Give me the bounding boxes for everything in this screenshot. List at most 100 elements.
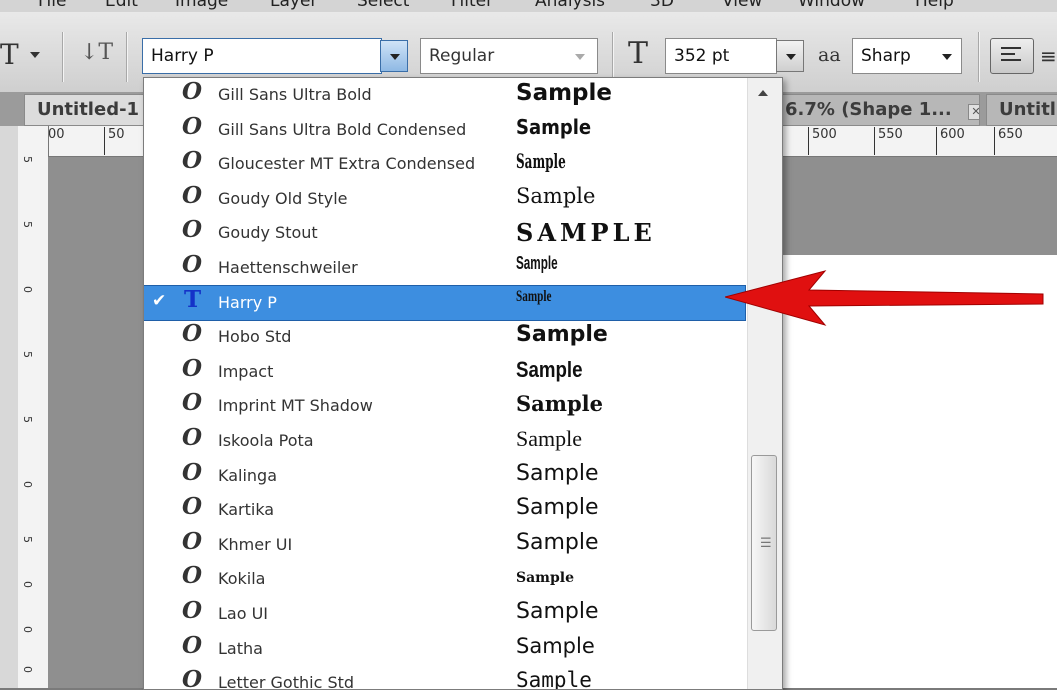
opentype-icon: O: [182, 147, 203, 174]
opentype-icon: O: [182, 597, 203, 624]
font-name: Kokila: [218, 569, 266, 588]
font-list-item[interactable]: O Iskoola Pota Sample: [144, 424, 745, 458]
menu-help[interactable]: Help: [915, 0, 954, 11]
menu-3d[interactable]: 3D: [650, 0, 674, 11]
font-list-item[interactable]: O Khmer UI Sample: [144, 528, 745, 562]
font-family-dropdown-button[interactable]: [380, 40, 408, 72]
opentype-icon: O: [182, 493, 203, 520]
opentype-icon: O: [182, 459, 203, 486]
menu-filter[interactable]: Filter: [451, 0, 493, 11]
doc-tab-label: 6.7% (Shape 1...: [785, 99, 952, 120]
menu-view[interactable]: View: [722, 0, 762, 11]
opentype-icon: O: [182, 562, 203, 589]
opentype-icon: O: [182, 78, 203, 105]
align-left-icon[interactable]: [990, 38, 1034, 74]
font-name: Latha: [218, 639, 263, 658]
font-name: Imprint MT Shadow: [218, 396, 373, 415]
separator: [612, 32, 614, 82]
scroll-up-arrow-icon[interactable]: [758, 90, 768, 96]
menu-bar: File Edit Image Layer Select Filter Anal…: [0, 0, 1057, 12]
doc-tab-label: Untitled-1: [37, 99, 140, 120]
font-list-item[interactable]: O Gill Sans Ultra Bold Sample: [144, 78, 745, 112]
font-list-item[interactable]: O Impact Sample: [144, 355, 745, 389]
font-sample-preview: Sample: [516, 426, 582, 451]
ruler-label: 0: [21, 666, 34, 673]
ruler-label: 600: [936, 127, 965, 155]
menu-image[interactable]: Image: [175, 0, 228, 11]
ruler-label: 00: [44, 127, 65, 155]
font-sample-preview: Sample: [516, 634, 595, 658]
ruler-label: 0: [21, 286, 34, 293]
menu-file[interactable]: File: [38, 0, 66, 11]
checkmark-icon: ✔: [152, 291, 167, 311]
ruler-label: 50: [104, 127, 125, 155]
menu-select[interactable]: Select: [357, 0, 409, 11]
align-center-icon[interactable]: ≡: [1040, 44, 1057, 68]
menu-analysis[interactable]: Analysis: [535, 0, 605, 11]
font-list-item[interactable]: O Latha Sample: [144, 632, 745, 666]
font-sample-preview: Sample: [516, 288, 552, 305]
font-list-item[interactable]: O Haettenschweiler Sample: [144, 251, 745, 285]
font-list-item[interactable]: O Goudy Stout SAMPLE: [144, 216, 745, 250]
doc-tab-untitled-1[interactable]: Untitled-1: [24, 94, 144, 126]
vertical-ruler: 5 5 0 5 5 0 5 0 0 0: [18, 126, 49, 688]
scrollbar[interactable]: ☰: [747, 78, 782, 689]
menu-window[interactable]: Window: [798, 0, 865, 11]
tool-preset-dropdown-icon[interactable]: [30, 52, 40, 58]
opentype-icon: O: [182, 320, 203, 347]
font-list-item[interactable]: O Lao UI Sample: [144, 597, 745, 631]
font-size-dropdown-button[interactable]: [776, 40, 804, 72]
antialias-chevron-icon[interactable]: [942, 54, 952, 60]
font-family-field[interactable]: Harry P: [142, 38, 382, 74]
ruler-label: 5: [21, 221, 34, 228]
font-style-field[interactable]: Regular: [420, 38, 598, 74]
doc-tab-label: Untitl: [999, 99, 1056, 120]
close-icon[interactable]: ✕: [968, 104, 979, 120]
opentype-icon: O: [182, 666, 203, 690]
font-sample-preview: Sample: [516, 80, 612, 106]
font-sample-preview: SAMPLE: [516, 218, 656, 247]
font-list-item[interactable]: O Hobo Std Sample: [144, 320, 745, 354]
arrow-shape: [725, 270, 1044, 326]
grip-icon: ☰: [760, 536, 772, 551]
font-name: Gill Sans Ultra Bold Condensed: [218, 120, 467, 139]
font-name: Gloucester MT Extra Condensed: [218, 154, 476, 173]
doc-tab-shape[interactable]: 6.7% (Shape 1... ✕: [760, 94, 980, 126]
scrollbar-thumb[interactable]: ☰: [751, 455, 777, 631]
font-sample-preview: Sample: [516, 149, 566, 173]
menu-layer[interactable]: Layer: [270, 0, 317, 11]
font-style-chevron-icon[interactable]: [575, 54, 585, 60]
font-list-item[interactable]: ✔ T Harry P Sample: [144, 285, 746, 321]
font-list-item[interactable]: O Kartika Sample: [144, 493, 745, 527]
font-list-item[interactable]: O Kalinga Sample: [144, 459, 745, 493]
opentype-icon: O: [182, 113, 203, 140]
menu-edit[interactable]: Edit: [105, 0, 138, 11]
font-size-icon: T: [628, 36, 649, 71]
ruler-label: 5: [21, 351, 34, 358]
ruler-label: 500: [808, 127, 837, 155]
font-name: Gill Sans Ultra Bold: [218, 85, 372, 104]
font-sample-preview: Sample: [516, 570, 575, 586]
font-sample-preview: Sample: [516, 184, 596, 208]
font-list-item[interactable]: O Letter Gothic Std Sample: [144, 666, 745, 690]
type-tool-icon[interactable]: T: [0, 38, 19, 71]
separator: [62, 32, 64, 82]
font-list-item[interactable]: O Kokila Sample: [144, 562, 745, 596]
opentype-icon: O: [182, 424, 203, 451]
font-size-field[interactable]: 352 pt: [665, 38, 777, 74]
font-name: Lao UI: [218, 604, 269, 623]
font-name: Harry P: [218, 293, 277, 312]
tools-panel: [0, 92, 19, 688]
font-list-item[interactable]: O Goudy Old Style Sample: [144, 182, 745, 216]
font-list-item[interactable]: O Imprint MT Shadow Sample: [144, 389, 745, 423]
opentype-icon: O: [182, 216, 203, 243]
doc-tab-untitled[interactable]: Untitl: [986, 94, 1057, 126]
text-orientation-icon[interactable]: ↓T: [80, 40, 113, 65]
font-list-item[interactable]: O Gloucester MT Extra Condensed Sample: [144, 147, 745, 181]
font-list-item[interactable]: O Gill Sans Ultra Bold Condensed Sample: [144, 113, 745, 147]
opentype-icon: O: [182, 182, 203, 209]
font-name: Iskoola Pota: [218, 431, 314, 450]
font-sample-preview: Sample: [516, 530, 599, 555]
font-name: Goudy Stout: [218, 223, 318, 242]
font-sample-preview: Sample: [516, 461, 599, 486]
